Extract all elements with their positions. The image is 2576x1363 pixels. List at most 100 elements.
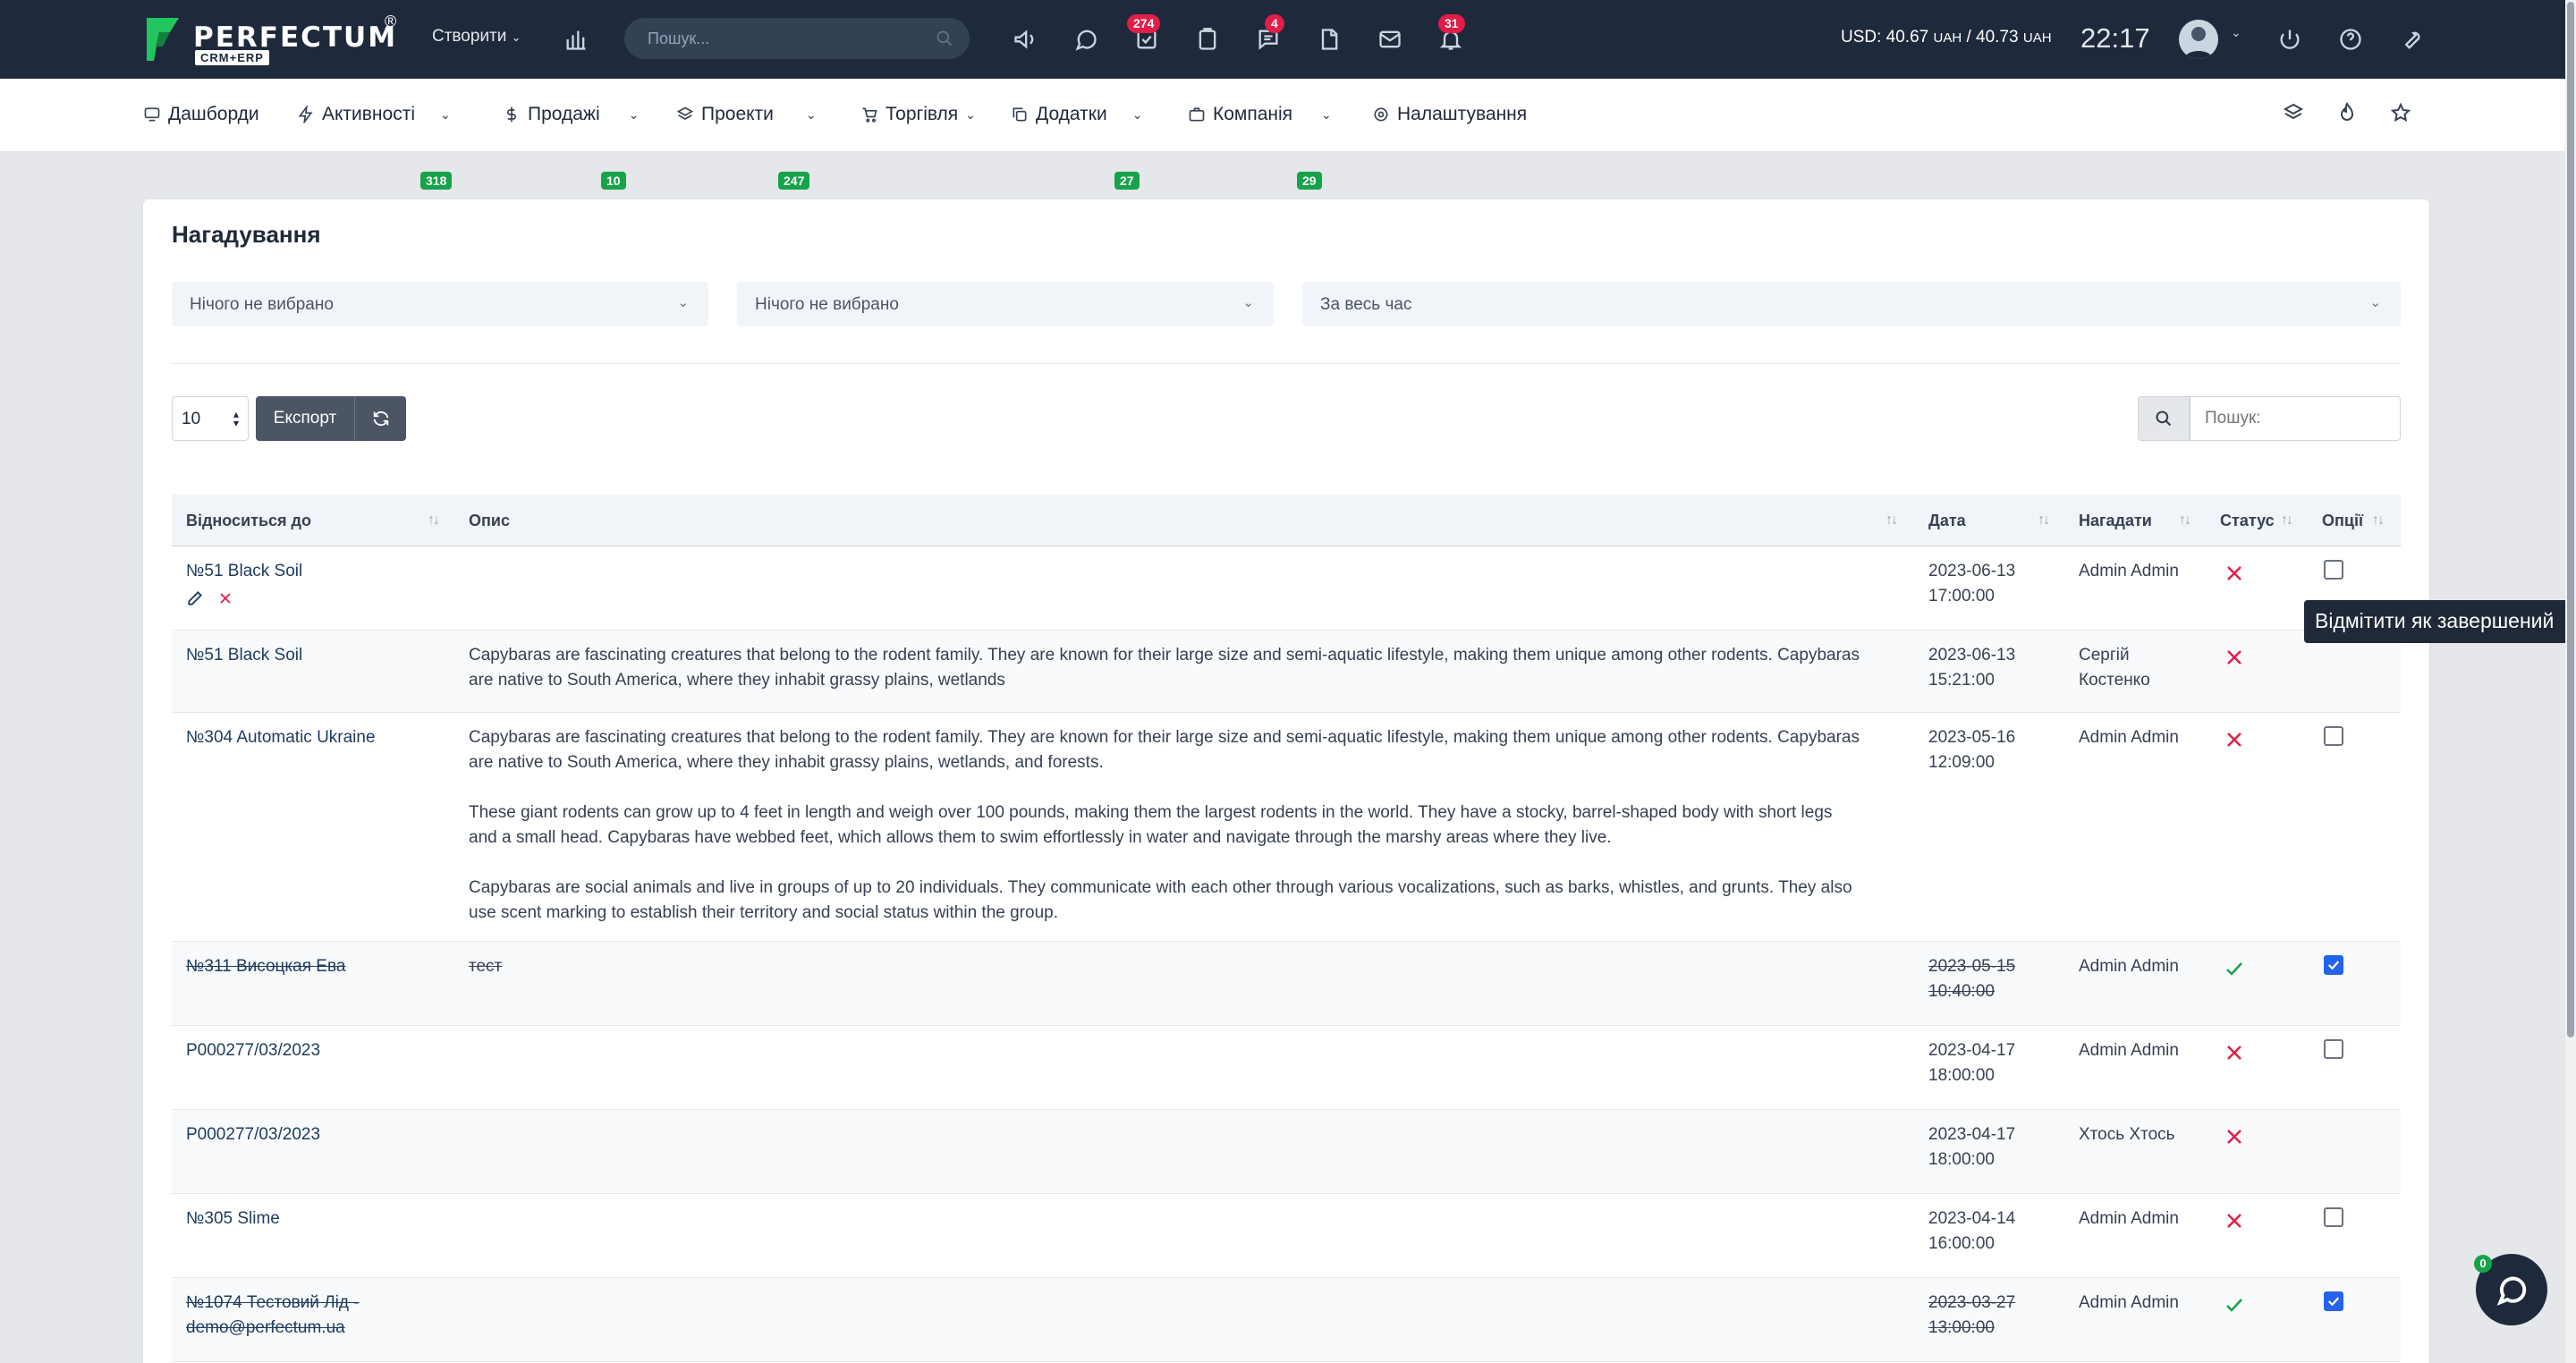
nav-company[interactable]: Компанія ⌄ (1188, 104, 1332, 125)
nav-trade[interactable]: Торгівля ⌄ (860, 104, 976, 125)
description-paragraph: Capybaras are fascinating creatures that… (469, 728, 1860, 772)
export-button[interactable]: Експорт (256, 396, 354, 441)
sort-icon[interactable]: ↑↓ (428, 512, 440, 529)
chevron-down-icon: ⌄ (965, 106, 976, 122)
nav-settings[interactable]: Налаштування (1372, 104, 1527, 125)
nav-addons[interactable]: Додатки ⌄ (1011, 104, 1142, 125)
nav-activities[interactable]: Активності ⌄ (297, 104, 451, 125)
row-relation-link[interactable]: №305 Slime (186, 1206, 280, 1232)
sort-icon[interactable]: ↑↓ (2038, 512, 2050, 529)
col-status[interactable]: Статус (2220, 512, 2275, 530)
nav-sales[interactable]: Продажі ⌄ (503, 104, 639, 125)
col-relation[interactable]: Відноситься до (186, 512, 311, 530)
mark-complete-checkbox[interactable] (2324, 1291, 2343, 1311)
row-relation-link[interactable]: №304 Automatic Ukraine (186, 725, 376, 750)
megaphone-icon[interactable] (1009, 23, 1041, 55)
refresh-button[interactable] (354, 396, 406, 441)
power-icon[interactable] (2274, 23, 2306, 55)
chevron-down-icon: ⌄ (1242, 295, 1254, 310)
row-date: 2023-03-27 (1928, 1293, 2016, 1312)
row-remind: Admin Admin (2079, 1041, 2179, 1060)
star-icon[interactable] (2390, 102, 2417, 129)
briefcase-icon (1189, 107, 1205, 122)
create-menu-button[interactable]: Створити ⌄ (432, 27, 521, 47)
logo[interactable]: PERFECTUM ® CRM+ERP (143, 13, 402, 66)
chat-badge: 0 (2474, 1255, 2492, 1273)
nav-dashboards[interactable]: Дашборди (143, 104, 259, 125)
mark-complete-checkbox[interactable] (2324, 560, 2343, 580)
row-description: тест (469, 954, 1864, 1004)
top-bar: PERFECTUM ® CRM+ERP Створити ⌄ 274 4 31 … (0, 0, 2576, 79)
nav-projects[interactable]: Проекти ⌄ (676, 104, 817, 125)
layers-toggle-icon[interactable] (2283, 102, 2309, 129)
col-description[interactable]: Опис (469, 512, 510, 530)
avatar[interactable] (2179, 20, 2218, 59)
mark-complete-checkbox[interactable] (2324, 955, 2343, 975)
mark-complete-checkbox[interactable] (2324, 1207, 2343, 1227)
main-nav: Дашборди Активності ⌄ 318 Продажі ⌄ 10 Про… (0, 79, 2576, 190)
row-date: 2023-04-14 (1928, 1209, 2016, 1228)
filter-period-select[interactable]: За весь час ⌄ (1302, 282, 2401, 326)
row-actions (186, 589, 234, 607)
mark-complete-checkbox[interactable] (2324, 1039, 2343, 1059)
user-menu-chevron-icon[interactable]: ⌄ (2231, 25, 2241, 40)
usd-rate-second: / 40.73 (1962, 28, 2019, 47)
filter-relation-select[interactable]: Нічого не вибрано ⌄ (172, 282, 708, 326)
page-length-select[interactable]: 10 ▴ ▾ (172, 396, 249, 441)
mark-complete-checkbox[interactable] (2324, 726, 2343, 746)
delete-icon[interactable] (216, 589, 234, 607)
sort-icon[interactable]: ↑↓ (1885, 512, 1898, 529)
chevron-down-icon: ⌄ (1321, 106, 1332, 122)
row-remind: Хтось Хтось (2079, 1125, 2175, 1144)
dashboard-icon (144, 107, 160, 122)
chevron-down-icon: ⌄ (677, 295, 689, 310)
status-open-icon (2224, 1210, 2245, 1232)
col-options[interactable]: Опції (2322, 512, 2363, 530)
projects-badge: 247 (778, 172, 810, 190)
row-relation-link[interactable]: №51 Black Soil (186, 559, 302, 584)
nav-label: Налаштування (1397, 104, 1528, 124)
row-description: Capybaras are fascinating creatures that… (469, 725, 1864, 951)
row-relation-link[interactable]: №51 Black Soil (186, 643, 302, 668)
activities-badge: 318 (420, 172, 453, 190)
help-icon[interactable] (2334, 23, 2367, 55)
sales-badge: 10 (601, 172, 626, 190)
row-date: 2023-05-16 (1928, 728, 2016, 747)
row-relation-link[interactable]: №311 Висоцкая Ева (186, 954, 345, 979)
sort-icon[interactable]: ↑↓ (2179, 512, 2191, 529)
edit-icon[interactable] (186, 589, 204, 607)
check-icon (2327, 961, 2340, 970)
table-row: №1074 Тестовий Лід - demo@perfectum.ua 2… (172, 1278, 2401, 1362)
sort-icon[interactable]: ↑↓ (2281, 512, 2293, 529)
fire-icon[interactable] (2336, 102, 2363, 129)
cart-icon (862, 107, 877, 123)
table-row: P000277/03/2023 2023-04-17 18:00:00 Admi… (172, 1026, 2401, 1110)
row-relation-link[interactable]: P000277/03/2023 (186, 1122, 320, 1147)
row-time: 12:09:00 (1928, 753, 1995, 772)
description-paragraph: тест (469, 957, 503, 976)
search-icon[interactable] (936, 30, 953, 47)
filter-user-select[interactable]: Нічого не вибрано ⌄ (737, 282, 1274, 326)
nav-label: Продажі (528, 104, 600, 124)
row-relation-link[interactable]: №1074 Тестовий Лід - demo@perfectum.ua (186, 1291, 383, 1341)
top-search-input[interactable] (624, 18, 928, 59)
mail-icon[interactable] (1374, 23, 1406, 55)
clipboard-icon[interactable] (1191, 23, 1224, 55)
scrollbar-thumb[interactable] (2567, 2, 2574, 1037)
chevron-down-icon: ⌄ (805, 106, 817, 122)
document-icon[interactable] (1313, 23, 1345, 55)
messages-badge: 4 (1265, 14, 1284, 33)
chat-bubble-icon[interactable] (1070, 23, 1102, 55)
col-remind[interactable]: Нагадати (2079, 512, 2152, 530)
check-icon (2327, 1297, 2340, 1307)
sort-icon[interactable]: ↑↓ (2372, 512, 2385, 529)
col-date[interactable]: Дата (1928, 512, 1966, 530)
table-search-input[interactable] (2190, 396, 2401, 441)
table-row: №311 Висоцкая Ева тест 2023-05-15 10:40:… (172, 942, 2401, 1026)
reports-chart-icon[interactable] (560, 23, 592, 55)
usd-unit-second: UAH (2022, 30, 2052, 46)
row-relation-link[interactable]: P000277/03/2023 (186, 1038, 320, 1063)
logo-text: PERFECTUM (193, 21, 398, 54)
row-date: 2023-04-17 (1928, 1125, 2016, 1144)
wrench-icon[interactable] (2395, 23, 2428, 55)
